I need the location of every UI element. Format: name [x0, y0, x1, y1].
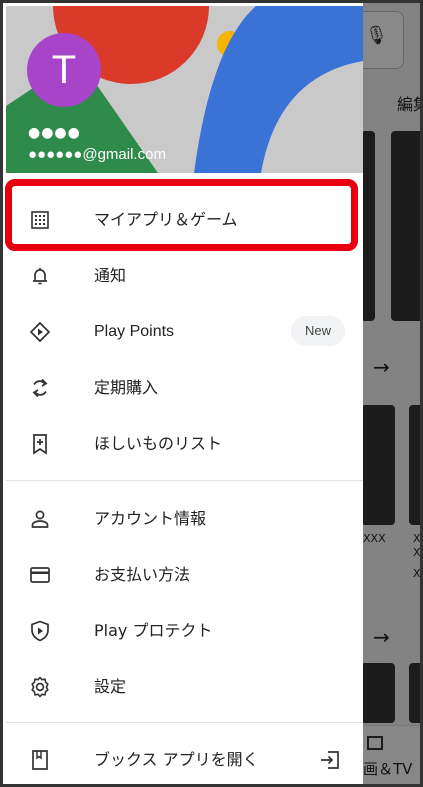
- person-icon: [31, 510, 49, 528]
- menu-divider: [6, 722, 363, 723]
- shield-play-icon: [31, 620, 49, 642]
- menu-item-label: Play Points: [94, 323, 175, 340]
- menu-item-payment-methods[interactable]: お支払い方法: [6, 547, 363, 603]
- menu-item-label: アカウント情報: [94, 509, 207, 528]
- menu-divider: [6, 480, 363, 481]
- bookmark-add-icon: [33, 434, 47, 455]
- book-icon: [32, 750, 48, 770]
- open-app-icon[interactable]: [318, 748, 342, 772]
- menu-item-settings[interactable]: 設定: [6, 659, 363, 715]
- menu-item-label: ほしいものリスト: [94, 434, 223, 453]
- menu-item-label: お支払い方法: [94, 565, 191, 584]
- play-points-icon: [29, 321, 51, 343]
- account-header[interactable]: T ●●●● ●●●●●●@gmail.com: [6, 6, 363, 173]
- navigation-drawer: T ●●●● ●●●●●●@gmail.com マイアプリ＆ゲーム 通知 Pla…: [6, 6, 363, 784]
- menu-item-account[interactable]: アカウント情報: [6, 491, 363, 547]
- phone-screen: 🎙 編集 → XXX XX XX X... → 画＆TV T ●●●●: [0, 0, 423, 787]
- menu-item-label: 通知: [94, 266, 127, 285]
- account-name: ●●●●: [28, 125, 81, 141]
- menu-item-notifications[interactable]: 通知: [6, 248, 363, 304]
- credit-card-icon: [30, 567, 50, 583]
- new-badge: New: [290, 316, 345, 346]
- menu-item-open-books-app[interactable]: ブックス アプリを開く: [6, 732, 363, 784]
- menu-item-label: 設定: [94, 677, 127, 696]
- menu-item-label: 定期購入: [94, 378, 159, 397]
- account-email: ●●●●●●@gmail.com: [28, 146, 166, 163]
- bell-icon: [33, 268, 47, 285]
- menu-item-subscriptions[interactable]: 定期購入: [6, 360, 363, 416]
- refresh-icon: [32, 378, 48, 398]
- menu-item-play-points[interactable]: Play Points New: [6, 304, 363, 360]
- menu-item-label: Play プロテクト: [94, 621, 213, 640]
- scrim-overlay[interactable]: [363, 3, 420, 784]
- gear-icon: [31, 676, 49, 698]
- menu-item-wishlist[interactable]: ほしいものリスト: [6, 416, 363, 472]
- highlight-frame: [5, 179, 358, 251]
- menu-item-label: ブックス アプリを開く: [94, 750, 259, 769]
- menu-item-play-protect[interactable]: Play プロテクト: [6, 603, 363, 659]
- avatar[interactable]: T: [27, 33, 101, 107]
